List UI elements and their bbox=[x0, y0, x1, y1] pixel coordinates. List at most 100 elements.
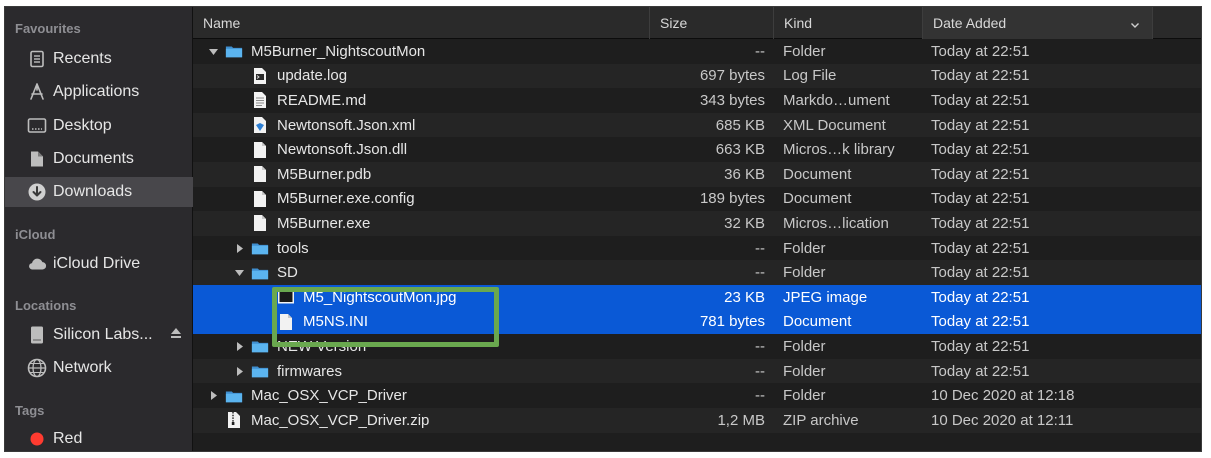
sidebar-item-label: Recents bbox=[53, 50, 112, 67]
date-cell: Today at 22:51 bbox=[931, 214, 1030, 232]
name-cell: M5_NightscoutMon.jpg bbox=[193, 285, 649, 310]
file-name: tools bbox=[277, 239, 309, 257]
disclosure-closed-icon[interactable] bbox=[233, 340, 245, 352]
name-cell: Mac_OSX_VCP_Driver.zip bbox=[193, 408, 649, 433]
finder-window: Favourites Recents Applications Desktop … bbox=[4, 6, 1202, 452]
sidebar-item-silicon-labs[interactable]: Silicon Labs... bbox=[5, 320, 193, 350]
column-header-label: Date Added bbox=[933, 15, 1007, 31]
size-cell: -- bbox=[755, 264, 765, 282]
size-cell: -- bbox=[755, 337, 765, 355]
size-cell: -- bbox=[755, 239, 765, 257]
sidebar-section-icloud: iCloud bbox=[15, 227, 56, 242]
sidebar-item-applications[interactable]: Applications bbox=[5, 77, 193, 107]
column-header-label: Size bbox=[660, 15, 688, 31]
disclosure-closed-icon[interactable] bbox=[233, 365, 245, 377]
sidebar-item-label: Applications bbox=[53, 83, 140, 100]
disclosure-closed-icon[interactable] bbox=[207, 390, 219, 402]
column-header-size[interactable]: Size bbox=[649, 7, 773, 39]
name-cell: M5Burner.exe.config bbox=[193, 187, 649, 212]
kind-cell: Log File bbox=[783, 67, 837, 85]
file-row[interactable]: M5Burner.exe.config 189 bytes Document Toda… bbox=[193, 187, 1201, 212]
image-file-icon bbox=[277, 288, 295, 306]
file-name: M5Burner.exe.config bbox=[277, 190, 415, 208]
cloud-icon bbox=[27, 254, 47, 274]
document-icon bbox=[277, 313, 295, 331]
sidebar-item-icloud-drive[interactable]: iCloud Drive bbox=[5, 249, 193, 279]
name-cell: M5NS.INI bbox=[193, 310, 649, 335]
column-header-date-added[interactable]: Date Added bbox=[922, 7, 1152, 39]
column-header: Name Size Kind Date Added bbox=[193, 7, 1201, 39]
date-cell: Today at 22:51 bbox=[931, 91, 1030, 109]
sidebar-item-label: iCloud Drive bbox=[53, 255, 141, 272]
folder-icon bbox=[251, 239, 269, 257]
drive-icon bbox=[27, 325, 47, 345]
disclosure-closed-icon[interactable] bbox=[233, 242, 245, 254]
date-cell: 10 Dec 2020 at 12:11 bbox=[931, 411, 1074, 429]
file-row[interactable]: M5Burner.pdb 36 KB Document Today at 22:51 bbox=[193, 162, 1201, 187]
disclosure-open-icon[interactable] bbox=[207, 45, 219, 57]
kind-cell: Micros…lication bbox=[783, 214, 889, 232]
folder-row[interactable]: M5Burner_NightscoutMon -- Folder Today at 2… bbox=[193, 39, 1201, 64]
document-icon bbox=[251, 165, 269, 183]
sidebar-item-desktop[interactable]: Desktop bbox=[5, 111, 193, 141]
kind-cell: ZIP archive bbox=[783, 411, 859, 429]
kind-cell: Folder bbox=[783, 239, 826, 257]
date-cell: Today at 22:51 bbox=[931, 313, 1030, 331]
kind-cell: Document bbox=[783, 190, 852, 208]
folder-row[interactable]: Mac_OSX_VCP_Driver -- Folder 10 Dec 2020 at… bbox=[193, 383, 1201, 408]
file-name: M5Burner.pdb bbox=[277, 165, 372, 183]
sidebar-item-label: Desktop bbox=[53, 117, 112, 134]
file-row[interactable]: M5_NightscoutMon.jpg 23 KB JPEG image Today… bbox=[193, 285, 1201, 310]
network-icon bbox=[27, 358, 47, 378]
document-icon bbox=[251, 214, 269, 232]
size-cell: -- bbox=[755, 387, 765, 405]
sidebar-item-label: Silicon Labs... bbox=[53, 326, 153, 343]
size-cell: 663 KB bbox=[715, 141, 765, 159]
sidebar-item-downloads[interactable]: Downloads bbox=[5, 177, 193, 207]
file-name: Newtonsoft.Json.xml bbox=[277, 116, 416, 134]
name-cell: NEW Version bbox=[193, 334, 649, 359]
folder-row[interactable]: firmwares -- Folder Today at 22:51 bbox=[193, 358, 1201, 384]
file-name: README.md bbox=[277, 91, 367, 109]
eject-icon[interactable] bbox=[169, 326, 183, 340]
file-name: M5Burner.exe bbox=[277, 214, 371, 232]
file-row[interactable]: update.log 697 bytes Log File Today at 22:5… bbox=[193, 63, 1201, 89]
disclosure-open-icon[interactable] bbox=[233, 267, 245, 279]
date-cell: Today at 22:51 bbox=[931, 42, 1030, 60]
log-file-icon bbox=[251, 67, 269, 85]
sidebar-item-recents[interactable]: Recents bbox=[5, 44, 193, 74]
file-row[interactable]: Newtonsoft.Json.xml 685 KB XML Document Tod… bbox=[193, 112, 1201, 138]
file-name: SD bbox=[277, 264, 298, 282]
file-row[interactable]: Newtonsoft.Json.dll 663 KB Micros…k librar… bbox=[193, 137, 1201, 162]
date-cell: Today at 22:51 bbox=[931, 67, 1030, 85]
file-row[interactable]: README.md 343 bytes Markdo…ument Today at 2… bbox=[193, 88, 1201, 113]
folder-row[interactable]: tools -- Folder Today at 22:51 bbox=[193, 236, 1201, 261]
sidebar-item-tag-red[interactable]: Red bbox=[5, 424, 193, 451]
file-row[interactable]: M5NS.INI 781 bytes Document Today at 22:51 bbox=[193, 309, 1201, 335]
sidebar-section-locations: Locations bbox=[15, 298, 77, 313]
folder-row[interactable]: NEW Version -- Folder Today at 22:51 bbox=[193, 334, 1201, 359]
zip-file-icon bbox=[225, 411, 243, 429]
column-header-label: Kind bbox=[784, 15, 813, 31]
sidebar-item-documents[interactable]: Documents bbox=[5, 144, 193, 174]
size-cell: 1,2 MB bbox=[717, 411, 765, 429]
folder-row[interactable]: SD -- Folder Today at 22:51 bbox=[193, 260, 1201, 285]
sidebar-item-network[interactable]: Network bbox=[5, 353, 193, 383]
size-cell: 23 KB bbox=[724, 288, 765, 306]
folder-icon bbox=[225, 387, 243, 405]
column-header-name[interactable]: Name bbox=[193, 7, 649, 39]
file-row[interactable]: M5Burner.exe 32 KB Micros…lication Today at… bbox=[193, 211, 1201, 236]
file-row[interactable]: Mac_OSX_VCP_Driver.zip 1,2 MB ZIP archive 1… bbox=[193, 408, 1201, 433]
date-cell: Today at 22:51 bbox=[931, 190, 1030, 208]
size-cell: -- bbox=[755, 362, 765, 380]
name-cell: M5Burner_NightscoutMon bbox=[193, 39, 649, 64]
date-cell: Today at 22:51 bbox=[931, 288, 1030, 306]
size-cell: 189 bytes bbox=[699, 190, 765, 208]
text-file-icon bbox=[251, 91, 269, 109]
file-name: update.log bbox=[277, 67, 348, 85]
column-header-kind[interactable]: Kind bbox=[773, 7, 922, 39]
size-cell: 781 bytes bbox=[699, 313, 765, 331]
